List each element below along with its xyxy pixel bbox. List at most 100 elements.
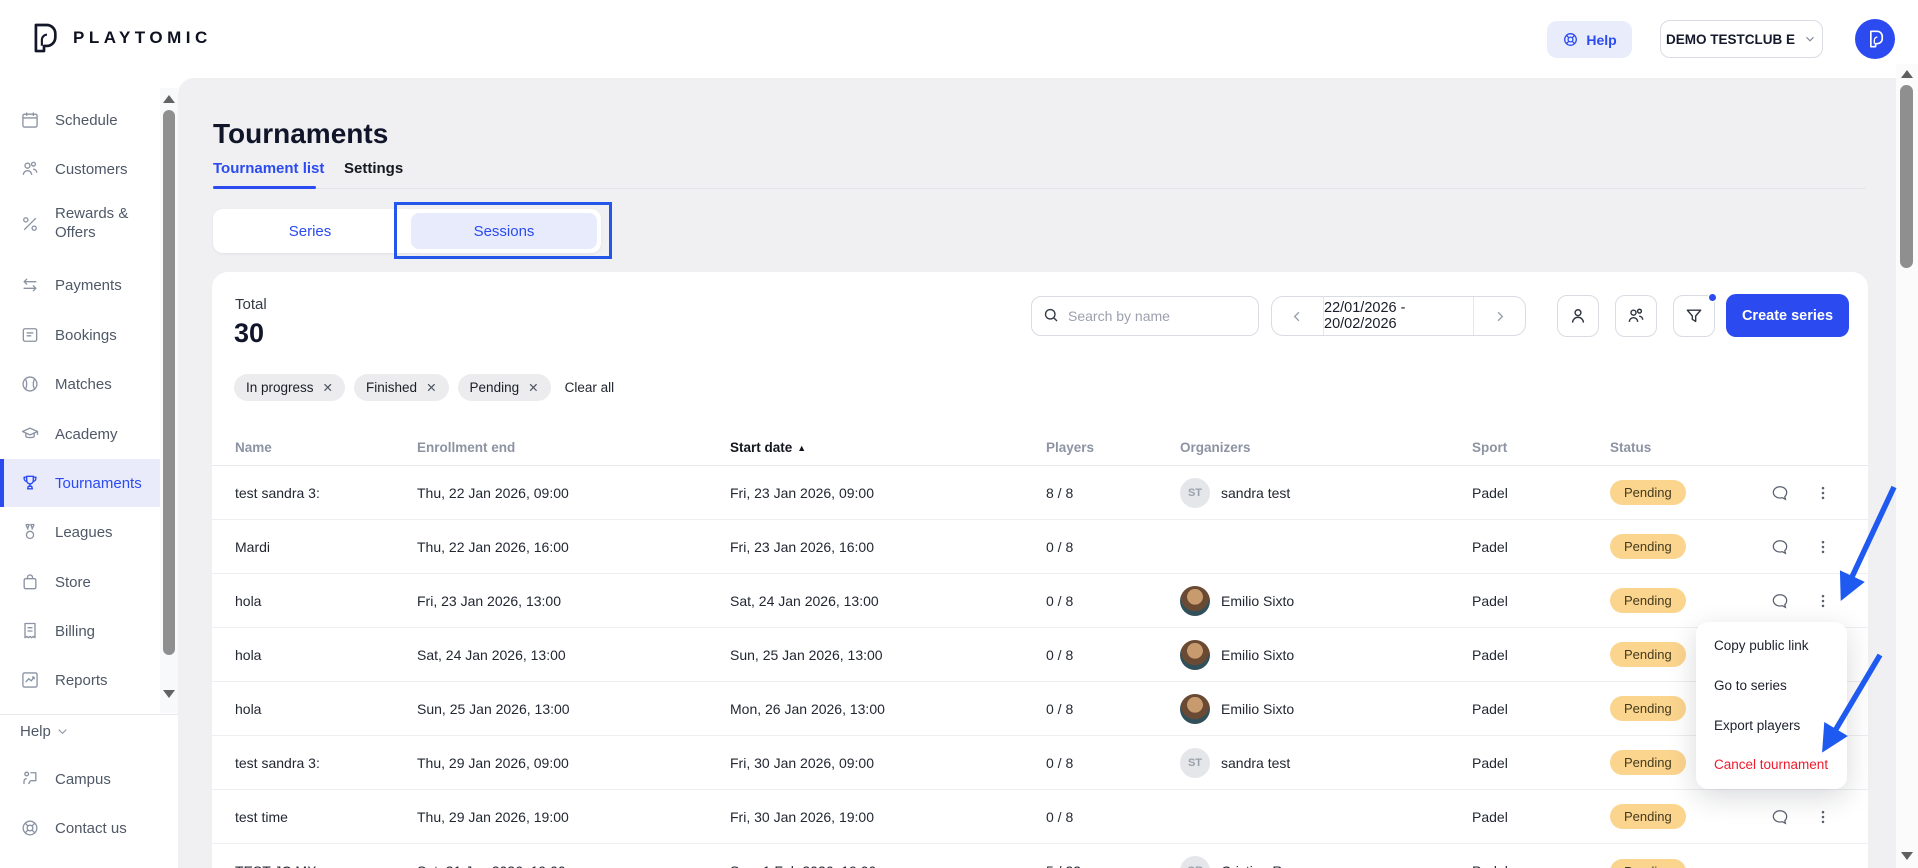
sidebar-item-label: Matches [55, 376, 112, 393]
sidebar-item-schedule[interactable]: Schedule [0, 100, 161, 140]
sidebar-item-rewards-offers[interactable]: Rewards & Offers [0, 196, 161, 252]
brand-logo: PLAYTOMIC [26, 21, 212, 55]
filter-chip-in-progress[interactable]: In progress ✕ [234, 374, 345, 401]
filter-chip-pending[interactable]: Pending ✕ [458, 374, 551, 401]
column-header-name[interactable]: Name [235, 440, 417, 455]
sidebar-item-payments[interactable]: Payments [0, 265, 161, 305]
table-row[interactable]: test sandra 3: Thu, 22 Jan 2026, 09:00 F… [212, 466, 1868, 520]
kebab-menu-icon [1814, 484, 1832, 502]
sidebar-item-billing[interactable]: Billing [0, 611, 161, 651]
row-menu-button[interactable] [1814, 484, 1832, 502]
filter-chip-finished[interactable]: Finished ✕ [354, 374, 449, 401]
column-header-enrollment-end[interactable]: Enrollment end [417, 440, 730, 455]
table-row[interactable]: test sandra 3: Thu, 29 Jan 2026, 09:00 F… [212, 736, 1868, 790]
remove-chip-icon[interactable]: ✕ [528, 380, 538, 395]
sidebar-item-contact-us[interactable]: Contact us [0, 808, 161, 848]
row-menu-button[interactable] [1814, 592, 1832, 610]
tab-settings[interactable]: Settings [344, 160, 403, 177]
row-menu-button[interactable] [1814, 538, 1832, 556]
cell-name: hola [235, 701, 417, 717]
sidebar-item-bookings[interactable]: Bookings [0, 315, 161, 355]
create-series-button[interactable]: Create series [1726, 294, 1849, 337]
menu-item-cancel-tournament[interactable]: Cancel tournament [1696, 745, 1847, 785]
tab-tournament-list[interactable]: Tournament list [213, 160, 324, 177]
filter-button[interactable] [1673, 295, 1715, 337]
chat-bubble-icon [1770, 483, 1790, 503]
table-row[interactable]: hola Fri, 23 Jan 2026, 13:00 Sat, 24 Jan… [212, 574, 1868, 628]
toggle-series-label: Series [289, 223, 332, 240]
cell-players: 0 / 8 [1046, 809, 1180, 825]
document-icon [20, 325, 40, 345]
help-button[interactable]: Help [1547, 21, 1632, 58]
scroll-down-arrow-icon[interactable] [1901, 852, 1913, 860]
scroll-up-arrow-icon[interactable] [163, 95, 175, 103]
playtomic-logo-icon [26, 21, 60, 55]
cell-start-date: Fri, 30 Jan 2026, 09:00 [730, 755, 1046, 771]
column-header-status[interactable]: Status [1610, 440, 1770, 455]
scroll-down-arrow-icon[interactable] [163, 690, 175, 698]
page-scrollbar-thumb[interactable] [1900, 85, 1913, 268]
kebab-menu-icon [1814, 592, 1832, 610]
column-header-start-date[interactable]: Start date ▲ [730, 440, 1046, 455]
table-row[interactable]: TEST JC MX Sat, 31 Jan 2026, 19:00 Sun, … [212, 844, 1868, 868]
sidebar-scrollbar[interactable] [160, 88, 178, 713]
cell-sport: Padel [1472, 485, 1610, 501]
chat-button[interactable] [1770, 537, 1790, 557]
toggle-series[interactable]: Series [213, 209, 407, 253]
cell-start-date: Sat, 24 Jan 2026, 13:00 [730, 593, 1046, 609]
lifebuoy-icon [1562, 31, 1579, 48]
single-player-filter-button[interactable] [1557, 295, 1599, 337]
next-period-button[interactable] [1473, 297, 1525, 335]
column-header-players[interactable]: Players [1046, 440, 1180, 455]
page-scrollbar[interactable] [1896, 64, 1918, 868]
cell-name: hola [235, 647, 417, 663]
sidebar-item-academy[interactable]: Academy [0, 414, 161, 454]
sidebar-item-label: Campus [55, 771, 111, 788]
date-range-value[interactable]: 22/01/2026 - 20/02/2026 [1324, 297, 1473, 335]
row-menu-button[interactable] [1814, 808, 1832, 826]
sidebar-item-leagues[interactable]: Leagues [0, 512, 161, 552]
sort-asc-icon: ▲ [797, 443, 806, 453]
sidebar-item-store[interactable]: Store [0, 562, 161, 602]
cell-players: 0 / 8 [1046, 593, 1180, 609]
prev-period-button[interactable] [1272, 297, 1324, 335]
menu-item-go-to-series[interactable]: Go to series [1696, 666, 1847, 706]
account-avatar[interactable] [1855, 19, 1895, 59]
column-header-sport[interactable]: Sport [1472, 440, 1610, 455]
sidebar: Schedule Customers Rewards & Offers Paym… [0, 78, 178, 868]
chat-button[interactable] [1770, 591, 1790, 611]
table-row[interactable]: hola Sun, 25 Jan 2026, 13:00 Mon, 26 Jan… [212, 682, 1868, 736]
sidebar-item-matches[interactable]: Matches [0, 364, 161, 404]
cell-enrollment-end: Sun, 25 Jan 2026, 13:00 [417, 701, 730, 717]
chip-label: Pending [470, 380, 520, 395]
sidebar-scrollbar-thumb[interactable] [163, 110, 175, 655]
column-header-organizers[interactable]: Organizers [1180, 440, 1472, 455]
search-input[interactable] [1031, 296, 1259, 336]
remove-chip-icon[interactable]: ✕ [323, 380, 333, 395]
sidebar-item-campus[interactable]: Campus [0, 759, 161, 799]
table-row[interactable]: hola Sat, 24 Jan 2026, 13:00 Sun, 25 Jan… [212, 628, 1868, 682]
toggle-sessions[interactable]: Sessions [407, 209, 601, 253]
menu-item-export-players[interactable]: Export players [1696, 705, 1847, 745]
total-value: 30 [234, 318, 264, 349]
scroll-up-arrow-icon[interactable] [1901, 70, 1913, 78]
sidebar-help-section[interactable]: Help [20, 718, 70, 744]
cell-name: test sandra 3: [235, 485, 417, 501]
page-title: Tournaments [213, 118, 388, 150]
clear-all-button[interactable]: Clear all [565, 380, 615, 395]
chat-button[interactable] [1770, 483, 1790, 503]
remove-chip-icon[interactable]: ✕ [426, 380, 436, 395]
cell-name: test sandra 3: [235, 755, 417, 771]
organizer-name: sandra test [1221, 755, 1290, 771]
sidebar-item-tournaments[interactable]: Tournaments [0, 459, 161, 507]
table-row[interactable]: test time Thu, 29 Jan 2026, 19:00 Fri, 3… [212, 790, 1868, 844]
menu-item-copy-public-link[interactable]: Copy public link [1696, 626, 1847, 666]
sidebar-item-reports[interactable]: Reports [0, 660, 161, 700]
table-row[interactable]: Mardi Thu, 22 Jan 2026, 16:00 Fri, 23 Ja… [212, 520, 1868, 574]
sidebar-item-customers[interactable]: Customers [0, 149, 161, 189]
club-selector[interactable]: DEMO TESTCLUB E [1660, 20, 1823, 58]
multi-player-filter-button[interactable] [1615, 295, 1657, 337]
chat-button[interactable] [1770, 807, 1790, 827]
people-icon [20, 159, 40, 179]
organizer-name: Emilio Sixto [1221, 593, 1294, 609]
